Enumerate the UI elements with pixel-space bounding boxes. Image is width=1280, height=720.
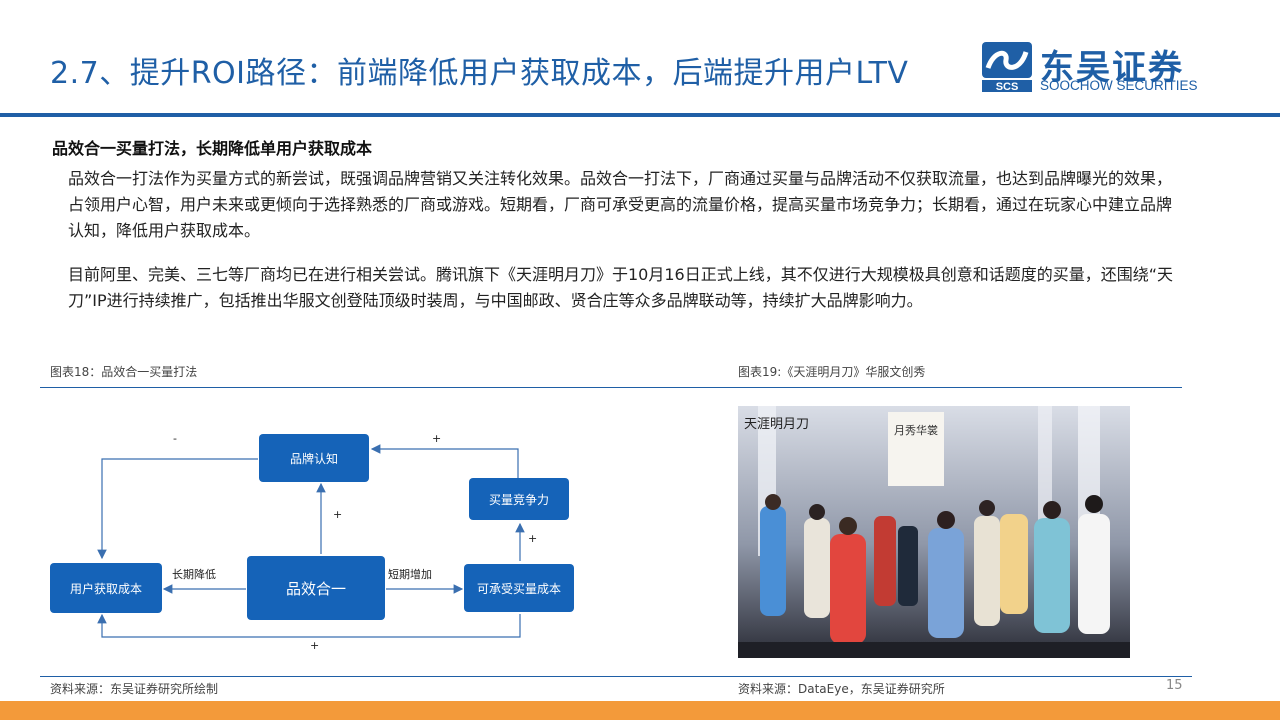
section-subheading: 品效合一买量打法，长期降低单用户获取成本 — [52, 139, 373, 158]
page-title: 2.7、提升ROI路径：前端降低用户获取成本，后端提升用户LTV — [50, 56, 909, 91]
footer-divider — [40, 676, 1192, 677]
scs-logo-icon: SCS — [982, 42, 1032, 92]
fashion-show-illustration: 月秀华裳 天涯明月刀 — [738, 406, 1130, 658]
header-divider — [0, 113, 1280, 117]
figure18-caption: 图表18：品效合一买量打法 — [50, 365, 198, 379]
figure19-source: 资料来源：DataEye，东吴证券研究所 — [738, 682, 945, 696]
box-brand-awareness: 品牌认知 — [259, 434, 369, 482]
bullet-item: 品效合一打法作为买量方式的新尝试，既强调品牌营销又关注转化效果。品效合一打法下，… — [50, 166, 1180, 246]
caption-divider — [40, 387, 1182, 388]
box-user-acquisition-cost: 用户获取成本 — [50, 563, 162, 613]
photo-game-title: 天涯明月刀 — [744, 417, 809, 432]
logo-english-name: SOOCHOW SECURITIES — [1040, 78, 1198, 93]
box-brand-effect-integration: 品效合一 — [247, 556, 385, 620]
plus-label-top: + — [432, 432, 442, 445]
long-term-label: 长期降低 — [172, 568, 216, 581]
box-buying-competitiveness: 买量竞争力 — [469, 478, 569, 520]
bottom-accent-bar — [0, 701, 1280, 720]
short-term-label: 短期增加 — [388, 568, 432, 581]
box-affordable-buying-cost: 可承受买量成本 — [464, 564, 574, 612]
fashion-show-photo: 月秀华裳 天涯明月刀 — [738, 406, 1130, 658]
arrow-compete-to-brand — [370, 444, 519, 478]
page-number: 15 — [1166, 678, 1183, 693]
bullet-text: 品效合一打法作为买量方式的新尝试，既强调品牌营销又关注转化效果。品效合一打法下，… — [68, 169, 1173, 240]
plus-label-bottom: + — [310, 639, 320, 652]
arrow-brand-to-cost — [97, 458, 258, 560]
bullet-item: 目前阿里、完美、三七等厂商均已在进行相关尝试。腾讯旗下《天涯明月刀》于10月16… — [50, 262, 1180, 342]
banner-text: 月秀华裳 — [894, 423, 938, 437]
company-logo: SCS 东吴证券 SOOCHOW SECURITIES — [982, 40, 1207, 96]
plus-label-right: + — [528, 532, 538, 545]
logo-mark-text: SCS — [996, 81, 1019, 92]
plus-label-mid: + — [333, 508, 343, 521]
figure18-source: 资料来源：东吴证券研究所绘制 — [50, 682, 219, 696]
bullet-text: 目前阿里、完美、三七等厂商均已在进行相关尝试。腾讯旗下《天涯明月刀》于10月16… — [68, 265, 1174, 310]
flow-diagram: 品牌认知 买量竞争力 用户获取成本 品效合一 可承受买量成本 - + + + +… — [40, 420, 600, 660]
minus-label: - — [173, 432, 177, 445]
figure19-caption: 图表19:《天涯明月刀》华服文创秀 — [738, 365, 926, 379]
